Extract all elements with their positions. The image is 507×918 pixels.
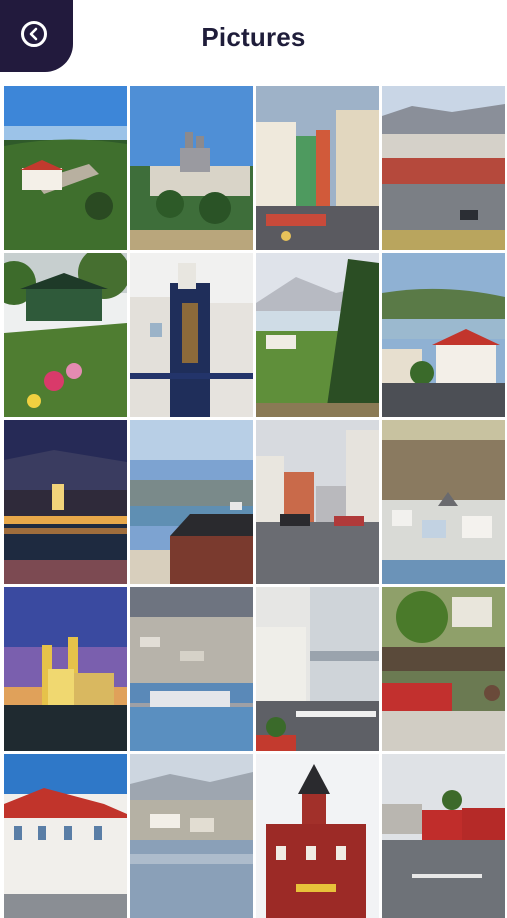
photo-image	[382, 420, 505, 584]
photo-image	[256, 420, 379, 584]
photo-image	[4, 587, 127, 751]
page-title: Pictures	[201, 22, 306, 52]
photo-image	[256, 587, 379, 751]
photo-thumbnail[interactable]	[130, 86, 253, 250]
photo-thumbnail[interactable]	[4, 253, 127, 417]
photo-image	[256, 754, 379, 918]
photo-thumbnail[interactable]	[256, 420, 379, 584]
photo-thumbnail[interactable]	[4, 86, 127, 250]
photo-image	[256, 253, 379, 417]
photo-image	[382, 86, 505, 250]
photo-image	[382, 754, 505, 918]
header-bar: Pictures	[0, 0, 507, 80]
photo-thumbnail[interactable]	[4, 754, 127, 918]
photo-thumbnail[interactable]	[4, 587, 127, 751]
photo-thumbnail[interactable]	[256, 86, 379, 250]
photo-thumbnail[interactable]	[382, 754, 505, 918]
photo-image	[130, 754, 253, 918]
photo-thumbnail[interactable]	[130, 754, 253, 918]
photo-thumbnail[interactable]	[256, 253, 379, 417]
photo-image	[4, 420, 127, 584]
photo-thumbnail[interactable]	[130, 420, 253, 584]
photo-image	[382, 253, 505, 417]
photo-image	[4, 86, 127, 250]
photo-image	[130, 420, 253, 584]
photo-image	[130, 86, 253, 250]
photo-thumbnail[interactable]	[382, 86, 505, 250]
photo-image	[382, 587, 505, 751]
photo-image	[4, 754, 127, 918]
photo-thumbnail[interactable]	[382, 587, 505, 751]
photo-thumbnail[interactable]	[256, 587, 379, 751]
photo-image	[256, 86, 379, 250]
photo-thumbnail[interactable]	[256, 754, 379, 918]
photo-thumbnail[interactable]	[382, 253, 505, 417]
photo-thumbnail[interactable]	[130, 587, 253, 751]
photo-image	[130, 253, 253, 417]
photo-thumbnail[interactable]	[382, 420, 505, 584]
photo-thumbnail[interactable]	[4, 420, 127, 584]
photo-image	[4, 253, 127, 417]
photo-image	[130, 587, 253, 751]
photo-thumbnail[interactable]	[130, 253, 253, 417]
